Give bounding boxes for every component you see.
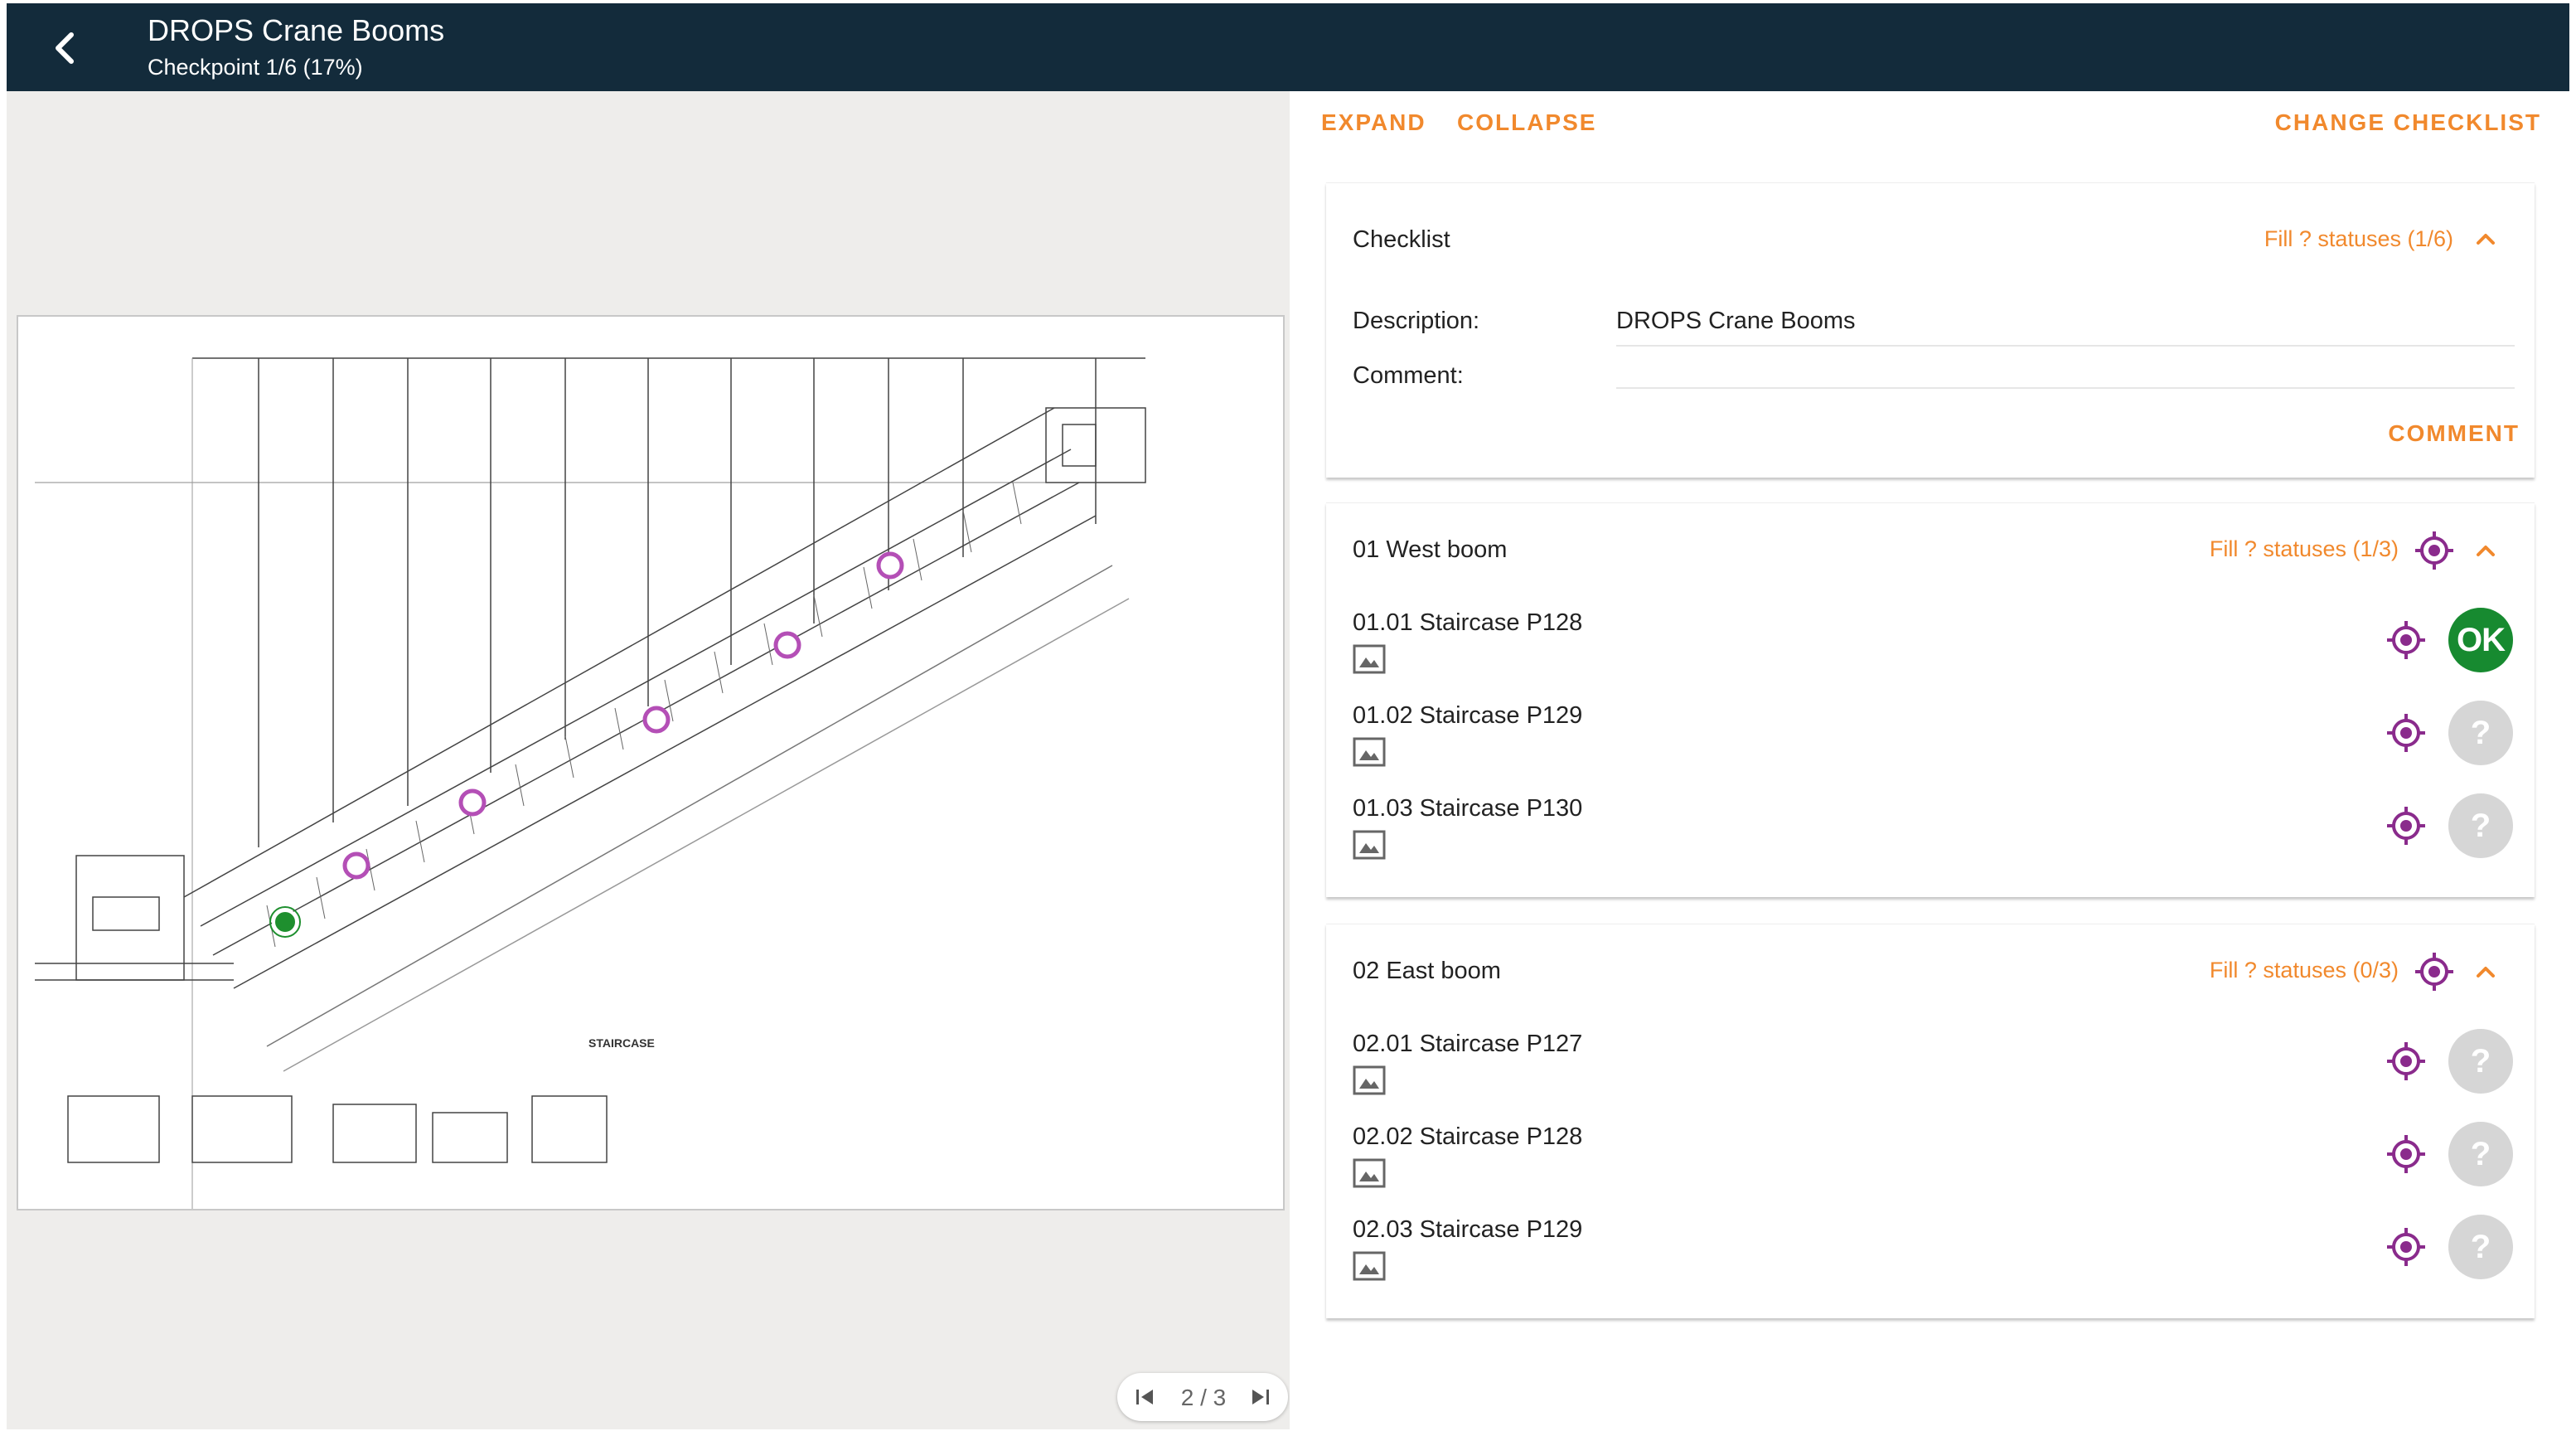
checklist-item[interactable]: 02.03 Staircase P129 ? bbox=[1326, 1215, 2535, 1309]
fill-status: Fill ? statuses (1/6) bbox=[2264, 226, 2453, 251]
drawing-caption: STAIRCASE bbox=[588, 1036, 655, 1050]
crosshair-target-icon[interactable] bbox=[2385, 1133, 2427, 1175]
item-label: 02.03 Staircase P129 bbox=[1353, 1216, 1583, 1243]
comment-label: Comment: bbox=[1353, 362, 1464, 389]
description-value: DROPS Crane Booms bbox=[1616, 308, 2515, 347]
description-label: Description: bbox=[1353, 308, 1480, 334]
checklist-item[interactable]: 02.02 Staircase P128 ? bbox=[1326, 1122, 2535, 1216]
change-checklist-button[interactable]: CHANGE CHECKLIST bbox=[2275, 109, 2541, 136]
image-icon[interactable] bbox=[1353, 1251, 1386, 1281]
crosshair-target-icon[interactable] bbox=[2414, 951, 2455, 992]
checklist-item[interactable]: 01.02 Staircase P129 ? bbox=[1326, 701, 2535, 795]
chevron-up-icon[interactable] bbox=[2472, 958, 2500, 986]
checklist-panel: EXPAND COLLAPSE CHANGE CHECKLIST Checkli… bbox=[1290, 91, 2569, 1429]
chevron-up-icon[interactable] bbox=[2472, 536, 2500, 565]
collapse-button[interactable]: COLLAPSE bbox=[1457, 109, 1596, 136]
checkpoint-marker bbox=[876, 551, 904, 580]
page-title: DROPS Crane Booms bbox=[148, 13, 445, 47]
status-button-unset[interactable]: ? bbox=[2448, 1215, 2513, 1279]
comment-button[interactable]: COMMENT bbox=[2388, 420, 2520, 447]
chevron-up-icon[interactable] bbox=[2472, 225, 2500, 253]
checklist-item[interactable]: 01.03 Staircase P130 ? bbox=[1326, 793, 2535, 888]
image-icon[interactable] bbox=[1353, 737, 1386, 767]
checklist-item[interactable]: 02.01 Staircase P127 ? bbox=[1326, 1029, 2535, 1123]
checkpoint-marker bbox=[773, 631, 801, 659]
image-icon[interactable] bbox=[1353, 1065, 1386, 1095]
item-label: 01.03 Staircase P130 bbox=[1353, 795, 1583, 822]
item-label: 01.01 Staircase P128 bbox=[1353, 609, 1583, 636]
crosshair-target-icon[interactable] bbox=[2385, 805, 2427, 847]
image-icon[interactable] bbox=[1353, 644, 1386, 674]
checkpoint-progress: Checkpoint 1/6 (17%) bbox=[148, 55, 363, 80]
item-label: 01.02 Staircase P129 bbox=[1353, 702, 1583, 729]
crosshair-target-icon[interactable] bbox=[2385, 1041, 2427, 1082]
first-page-icon[interactable] bbox=[1132, 1385, 1157, 1409]
crosshair-target-icon[interactable] bbox=[2414, 530, 2455, 571]
item-label: 02.01 Staircase P127 bbox=[1353, 1031, 1583, 1057]
group-card-west-boom: 01 West boom Fill ? statuses (1/3) 01.01… bbox=[1326, 502, 2535, 897]
status-button-ok[interactable]: OK bbox=[2448, 608, 2513, 672]
group-title: 01 West boom bbox=[1353, 536, 1508, 563]
back-button[interactable] bbox=[40, 23, 90, 73]
group-card-east-boom: 02 East boom Fill ? statuses (0/3) 02.01… bbox=[1326, 924, 2535, 1318]
app-header: DROPS Crane Booms Checkpoint 1/6 (17%) bbox=[7, 3, 2569, 91]
status-button-unset[interactable]: ? bbox=[2448, 793, 2513, 858]
crosshair-target-icon[interactable] bbox=[2385, 712, 2427, 754]
group-fill-status: Fill ? statuses (1/3) bbox=[2209, 536, 2399, 561]
last-page-icon[interactable] bbox=[1248, 1385, 1273, 1409]
checkpoint-marker bbox=[342, 851, 370, 880]
image-icon[interactable] bbox=[1353, 1158, 1386, 1188]
checkpoint-marker bbox=[642, 706, 671, 734]
status-button-unset[interactable]: ? bbox=[2448, 701, 2513, 765]
checkpoint-marker bbox=[458, 788, 487, 817]
page-navigator: 2 / 3 bbox=[1117, 1373, 1288, 1421]
status-button-unset[interactable]: ? bbox=[2448, 1029, 2513, 1094]
expand-button[interactable]: EXPAND bbox=[1321, 109, 1426, 136]
comment-input[interactable] bbox=[1616, 356, 2515, 389]
technical-drawing bbox=[35, 357, 1146, 1209]
image-icon[interactable] bbox=[1353, 830, 1386, 860]
drawing-sheet[interactable]: STAIRCASE bbox=[17, 315, 1285, 1210]
group-fill-status: Fill ? statuses (0/3) bbox=[2209, 958, 2399, 982]
back-arrow-icon bbox=[56, 32, 74, 64]
checklist-card: Checklist Fill ? statuses (1/6) Descript… bbox=[1326, 182, 2535, 478]
status-button-unset[interactable]: ? bbox=[2448, 1122, 2513, 1186]
checklist-item[interactable]: 01.01 Staircase P128 OK bbox=[1326, 608, 2535, 702]
group-title: 02 East boom bbox=[1353, 958, 1501, 984]
checklist-title: Checklist bbox=[1353, 226, 1450, 253]
page-indicator: 2 / 3 bbox=[1180, 1385, 1227, 1410]
crosshair-target-icon[interactable] bbox=[2385, 619, 2427, 661]
drawing-viewer[interactable]: STAIRCASE 2 / 3 bbox=[7, 91, 1290, 1429]
crosshair-target-icon[interactable] bbox=[2385, 1226, 2427, 1268]
checkpoint-marker-active bbox=[272, 909, 298, 935]
item-label: 02.02 Staircase P128 bbox=[1353, 1123, 1583, 1150]
